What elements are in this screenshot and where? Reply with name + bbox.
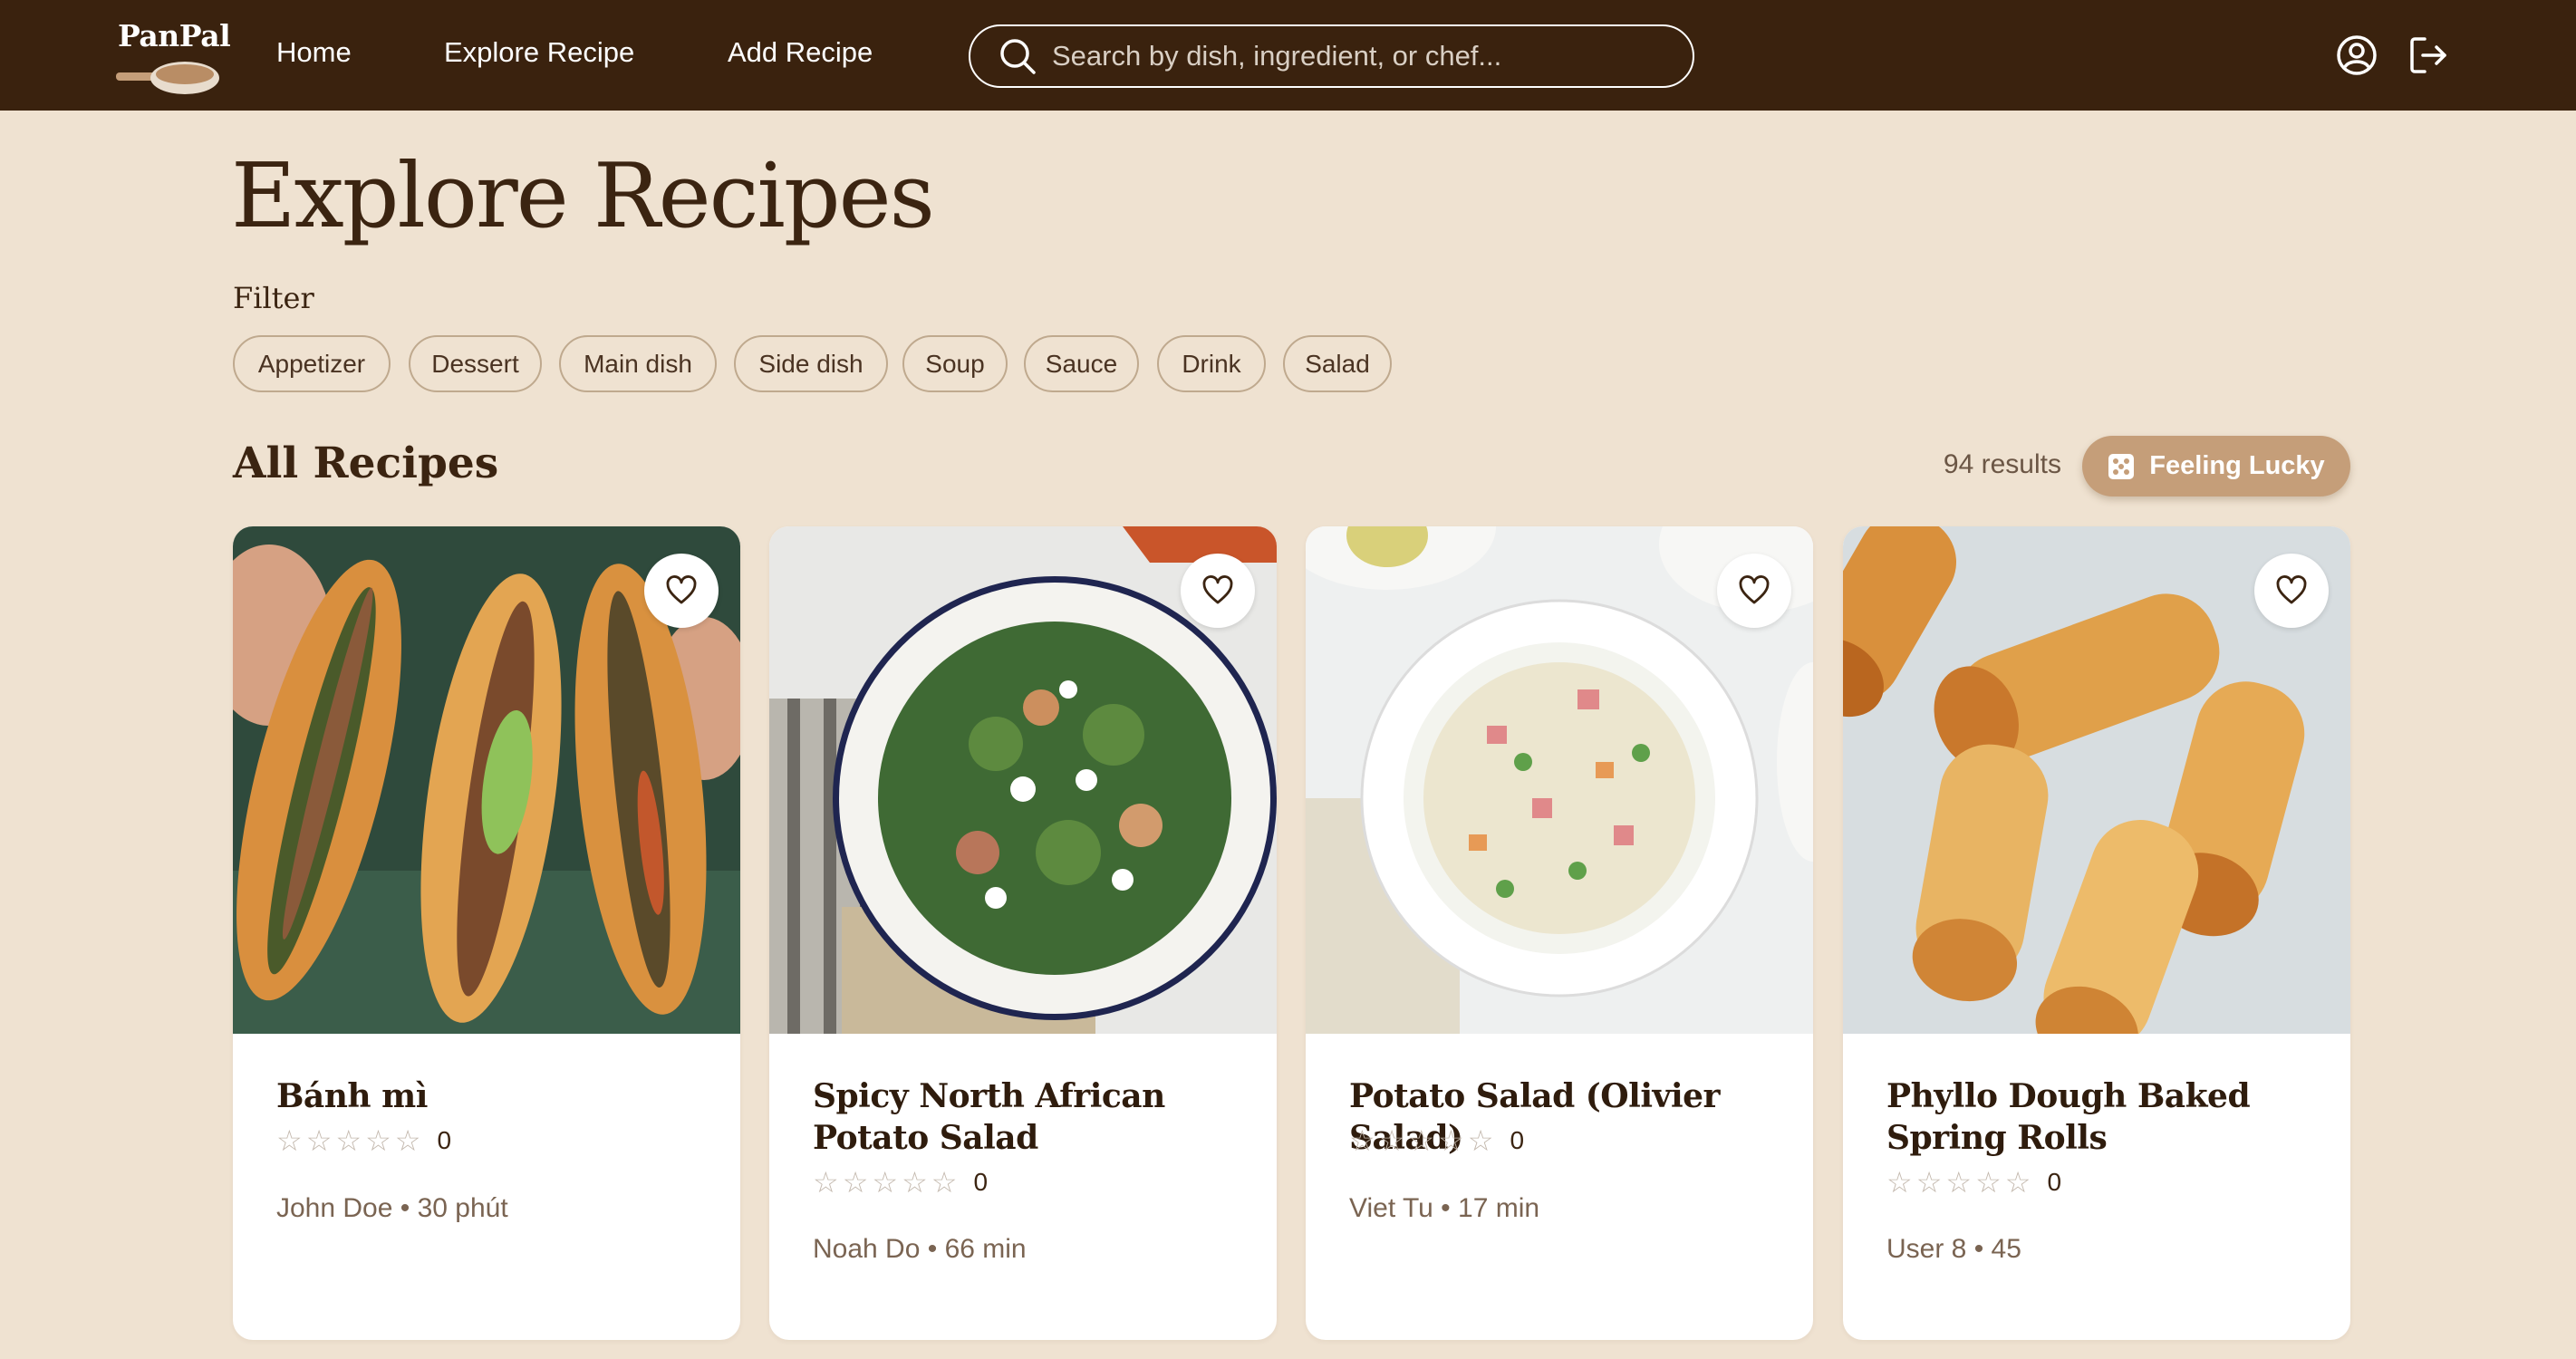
heart-icon bbox=[2276, 575, 2307, 604]
feeling-lucky-label: Feeling Lucky bbox=[2149, 451, 2325, 480]
star-icon: ☆ bbox=[902, 1166, 928, 1199]
star-rating: ☆ ☆ ☆ ☆ ☆ bbox=[276, 1126, 420, 1155]
filter-chip-side-dish[interactable]: Side dish bbox=[734, 335, 888, 392]
star-icon: ☆ bbox=[1438, 1124, 1464, 1157]
recipe-title: Spicy North African Potato Salad bbox=[813, 1077, 1165, 1157]
rating-count: 0 bbox=[2047, 1168, 2062, 1196]
heart-icon bbox=[1739, 575, 1770, 604]
feeling-lucky-button[interactable]: Feeling Lucky bbox=[2082, 436, 2350, 496]
navbar: PanPal Home Explore Recipe Add Recipe bbox=[0, 0, 2576, 111]
recipe-card[interactable]: Spicy North African Potato Salad ☆ ☆ ☆ ☆… bbox=[769, 526, 1277, 1340]
rating-count: 0 bbox=[973, 1168, 989, 1196]
filter-chip-appetizer[interactable]: Appetizer bbox=[233, 335, 391, 392]
rating-count: 0 bbox=[1510, 1126, 1525, 1154]
search-icon bbox=[1000, 39, 1036, 74]
star-icon: ☆ bbox=[931, 1166, 958, 1199]
star-icon: ☆ bbox=[2004, 1166, 2031, 1199]
star-icon: ☆ bbox=[1408, 1124, 1435, 1157]
rating: ☆ ☆ ☆ ☆ ☆ 0 bbox=[276, 1126, 451, 1155]
recipe-card[interactable]: Bánh mì ☆ ☆ ☆ ☆ ☆ 0 John Doe • 30 phút bbox=[233, 526, 740, 1340]
favorite-button[interactable] bbox=[644, 554, 719, 628]
recipe-title: Bánh mì bbox=[276, 1077, 428, 1115]
star-icon: ☆ bbox=[1349, 1124, 1375, 1157]
favorite-button[interactable] bbox=[2254, 554, 2329, 628]
user-circle-icon[interactable] bbox=[2335, 34, 2378, 82]
recipe-meta: John Doe • 30 phút bbox=[276, 1193, 508, 1223]
recipe-meta: Noah Do • 66 min bbox=[813, 1234, 1027, 1264]
rating-count: 0 bbox=[437, 1126, 452, 1154]
star-icon: ☆ bbox=[1378, 1124, 1405, 1157]
search-box[interactable] bbox=[969, 24, 1694, 88]
star-rating: ☆ ☆ ☆ ☆ ☆ bbox=[813, 1168, 957, 1197]
star-icon: ☆ bbox=[335, 1124, 362, 1157]
logout-icon[interactable] bbox=[2407, 34, 2450, 82]
favorite-button[interactable] bbox=[1181, 554, 1255, 628]
filter-chip-main-dish[interactable]: Main dish bbox=[559, 335, 717, 392]
star-icon: ☆ bbox=[1467, 1124, 1494, 1157]
recipe-meta: User 8 • 45 bbox=[1886, 1234, 2021, 1264]
recipe-title: Phyllo Dough Baked Spring Rolls bbox=[1886, 1077, 2251, 1157]
pan-logo-icon bbox=[116, 62, 219, 94]
favorite-button[interactable] bbox=[1717, 554, 1791, 628]
recipe-card[interactable]: Phyllo Dough Baked Spring Rolls ☆ ☆ ☆ ☆ … bbox=[1843, 526, 2350, 1340]
heart-icon bbox=[1202, 575, 1233, 604]
recipe-meta: Viet Tu • 17 min bbox=[1349, 1193, 1540, 1223]
nav-add-recipe-link[interactable]: Add Recipe bbox=[728, 36, 873, 69]
star-rating: ☆ ☆ ☆ ☆ ☆ bbox=[1886, 1168, 2031, 1197]
page-title: Explore Recipes bbox=[231, 145, 935, 248]
star-icon: ☆ bbox=[813, 1166, 839, 1199]
rating: ☆ ☆ ☆ ☆ ☆ 0 bbox=[1349, 1126, 1524, 1155]
nav-home-link[interactable]: Home bbox=[276, 36, 352, 69]
star-icon: ☆ bbox=[1975, 1166, 2002, 1199]
star-icon: ☆ bbox=[1915, 1166, 1943, 1199]
recipe-card[interactable]: Potato Salad (Olivier Salad) ☆ ☆ ☆ ☆ ☆ 0… bbox=[1306, 526, 1813, 1340]
star-icon: ☆ bbox=[842, 1166, 869, 1199]
logo-text: PanPal bbox=[118, 18, 231, 53]
star-icon: ☆ bbox=[872, 1166, 899, 1199]
filter-label: Filter bbox=[233, 281, 314, 315]
star-icon: ☆ bbox=[394, 1124, 421, 1157]
filter-chip-sauce[interactable]: Sauce bbox=[1024, 335, 1139, 392]
results-count: 94 results bbox=[1943, 449, 2061, 479]
filter-chip-soup[interactable]: Soup bbox=[902, 335, 1008, 392]
filter-chip-salad[interactable]: Salad bbox=[1283, 335, 1392, 392]
section-title: All Recipes bbox=[233, 439, 499, 488]
star-icon: ☆ bbox=[276, 1124, 303, 1157]
star-icon: ☆ bbox=[1945, 1166, 1973, 1199]
star-icon: ☆ bbox=[1886, 1166, 1913, 1199]
star-rating: ☆ ☆ ☆ ☆ ☆ bbox=[1349, 1126, 1493, 1155]
logo[interactable]: PanPal bbox=[116, 18, 231, 100]
rating: ☆ ☆ ☆ ☆ ☆ 0 bbox=[1886, 1168, 2061, 1197]
rating: ☆ ☆ ☆ ☆ ☆ 0 bbox=[813, 1168, 988, 1197]
dice-icon bbox=[2108, 453, 2135, 479]
heart-icon bbox=[666, 575, 697, 604]
star-icon: ☆ bbox=[365, 1124, 391, 1157]
search-input[interactable] bbox=[1052, 40, 1668, 72]
nav-explore-recipe-link[interactable]: Explore Recipe bbox=[444, 36, 634, 69]
star-icon: ☆ bbox=[305, 1124, 333, 1157]
filter-chip-dessert[interactable]: Dessert bbox=[409, 335, 542, 392]
filter-chip-drink[interactable]: Drink bbox=[1157, 335, 1266, 392]
